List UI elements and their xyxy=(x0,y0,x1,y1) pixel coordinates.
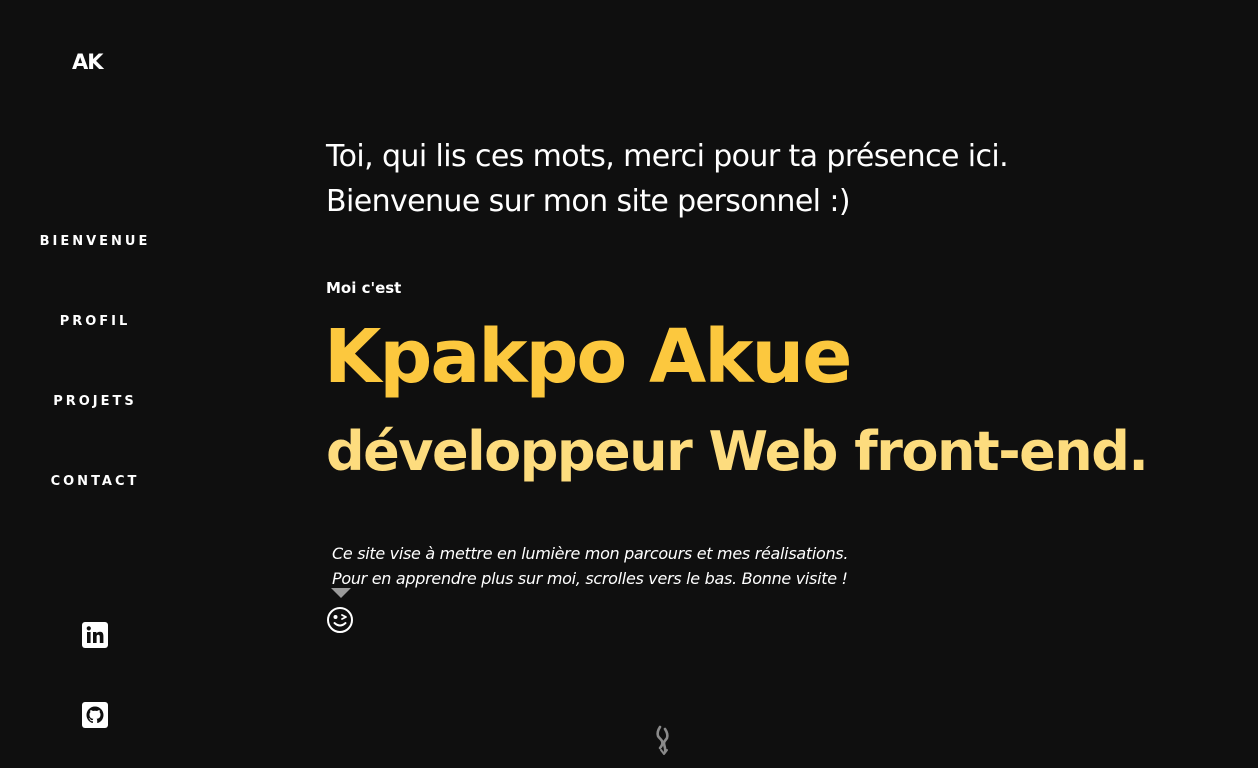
nav-item-bienvenue[interactable]: BIENVENUE xyxy=(0,234,190,249)
github-icon[interactable] xyxy=(82,702,108,728)
nav-item-projets[interactable]: PROJETS xyxy=(0,394,190,409)
intro-line-1: Toi, qui lis ces mots, merci pour ta pré… xyxy=(326,139,1009,174)
owner-name: Kpakpo Akue xyxy=(324,314,852,400)
intro-line-2: Bienvenue sur mon site personnel :) xyxy=(326,184,851,219)
scroll-down-icon[interactable] xyxy=(652,724,674,756)
page: AK BIENVENUE PROFIL PROJETS CONTACT Toi,… xyxy=(0,0,1258,768)
site-logo[interactable]: AK xyxy=(72,50,104,74)
nav-item-contact[interactable]: CONTACT xyxy=(0,474,190,489)
linkedin-icon[interactable] xyxy=(82,622,108,648)
site-description: Ce site vise à mettre en lumière mon par… xyxy=(332,541,848,591)
sidebar: AK BIENVENUE PROFIL PROJETS CONTACT xyxy=(0,0,190,768)
wink-emoji-icon xyxy=(326,606,354,634)
nav-item-profil[interactable]: PROFIL xyxy=(0,314,190,329)
desc-line-1: Ce site vise à mettre en lumière mon par… xyxy=(332,544,849,563)
caret-down-icon xyxy=(331,588,351,598)
desc-line-2: Pour en apprendre plus sur moi, scrolles… xyxy=(332,569,848,588)
owner-role: développeur Web front-end. xyxy=(326,420,1149,483)
intro-text: Toi, qui lis ces mots, merci pour ta pré… xyxy=(326,134,1009,224)
moi-label: Moi c'est xyxy=(326,279,402,297)
